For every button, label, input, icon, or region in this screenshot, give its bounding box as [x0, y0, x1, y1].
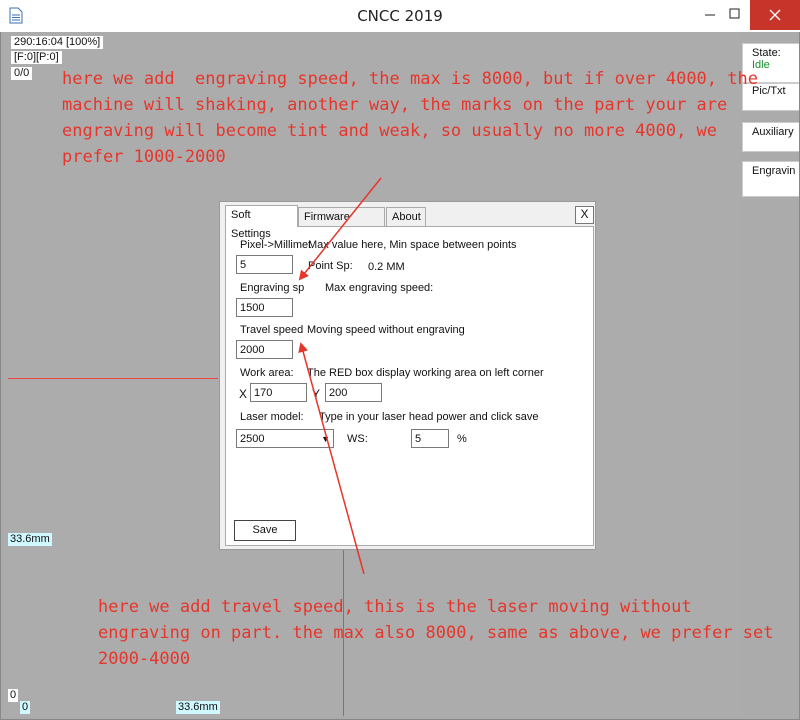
work-area-y-input[interactable]: 200 [325, 383, 382, 402]
state-label: State: [752, 47, 781, 59]
travel-speed-label: Travel speed [240, 324, 304, 336]
engraving-speed-hint: Max engraving speed: [325, 282, 434, 294]
soft-settings-panel: Pixel->Millimet Max value here, Min spac… [225, 226, 594, 546]
pixel-hint: Max value here, Min space between points [308, 239, 517, 251]
travel-speed-input[interactable]: 2000 [236, 340, 293, 359]
tab-firmware-setting[interactable]: Firmware setting [298, 207, 385, 242]
x-label: X [239, 387, 248, 401]
close-icon [769, 9, 781, 21]
laser-model-hint: Type in your laser head power and click … [319, 411, 539, 423]
laser-model-value: 2500 [240, 433, 265, 445]
close-button[interactable] [750, 0, 800, 30]
position-readout: 290:16:04 [100%] [11, 36, 104, 49]
minimize-icon [705, 14, 715, 16]
work-area-hint: The RED box display working area on left… [307, 367, 544, 379]
y-label: Y [312, 387, 321, 401]
document-icon [9, 7, 23, 24]
chevron-down-icon: ▼ [321, 434, 330, 444]
tab-about[interactable]: About [386, 207, 426, 226]
engraving-speed-label: Engraving spe [240, 282, 304, 294]
point-sp-label: Point Sp: [308, 260, 353, 272]
ws-input[interactable]: 5 [411, 429, 449, 448]
engraving-speed-input[interactable]: 1500 [236, 298, 293, 317]
dialog-close-button[interactable]: X [575, 206, 594, 224]
maximize-icon [729, 8, 740, 19]
minimize-button[interactable] [690, 0, 730, 30]
laser-model-label: Laser model: [240, 411, 304, 423]
x-axis-zero-label: 0 [20, 701, 31, 714]
settings-dialog: Soft Settings Firmware setting About X P… [219, 201, 596, 550]
x-axis-mm-label: 33.6mm [176, 701, 220, 714]
work-area-x-input[interactable]: 170 [250, 383, 307, 402]
annotation-engraving-speed: here we add engraving speed, the max is … [62, 69, 758, 167]
side-tab-engraving-label: Engravin [752, 165, 796, 177]
title-bar: CNCC 2019 [0, 0, 800, 32]
state-value: Idle [752, 59, 770, 71]
point-sp-value: 0.2 MM [368, 261, 405, 273]
save-button[interactable]: Save [234, 520, 296, 541]
frame-power-readout: [F:0][P:0] [11, 51, 62, 64]
ws-unit: % [457, 433, 467, 445]
work-area-guide-horizontal [8, 378, 218, 379]
side-tab-pic-txt-label: Pic/Txt [752, 85, 786, 97]
progress-readout: 0/0 [11, 67, 33, 80]
y-axis-mm-label: 33.6mm [8, 533, 52, 546]
travel-speed-hint: Moving speed without engraving [307, 324, 465, 336]
work-area-label: Work area: [240, 367, 294, 379]
side-tab-auxiliary-label: Auxiliary [752, 126, 794, 138]
window-title: CNCC 2019 [357, 7, 443, 25]
pixel-input[interactable]: 5 [236, 255, 293, 274]
laser-model-select[interactable]: 2500 ▼ [236, 429, 334, 448]
annotation-travel-speed: here we add travel speed, this is the la… [98, 597, 774, 669]
y-axis-zero-label: 0 [8, 689, 19, 702]
tab-soft-settings[interactable]: Soft Settings [225, 205, 298, 240]
ws-label: WS: [347, 433, 368, 445]
